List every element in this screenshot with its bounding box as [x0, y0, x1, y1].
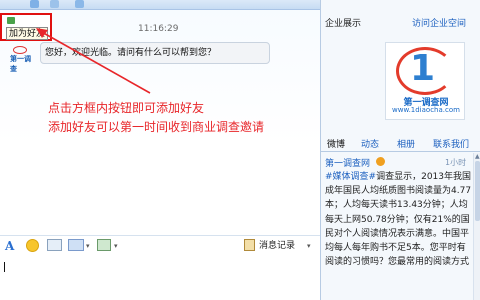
company-panel: 企业展示 访问企业空间 1 第一调查网 www.1diaocha.com 微博 …	[320, 0, 480, 300]
image-icon[interactable]	[97, 239, 111, 251]
weibo-feed: 第一调查网 1小时 #媒体调查#调查显示，2013年我国成年国民人均纸质图书阅读…	[321, 153, 473, 300]
logo-mark: 1	[410, 48, 436, 89]
verified-icon	[376, 157, 385, 166]
scroll-thumb[interactable]	[475, 161, 480, 221]
picture-icon[interactable]	[47, 239, 62, 251]
tab-contact[interactable]: 联系我们	[433, 137, 469, 150]
text-cursor	[4, 262, 5, 272]
visit-company-link[interactable]: 访问企业空间	[412, 16, 466, 29]
feed-post: #媒体调查#调查显示，2013年我国成年国民人均纸质图书阅读量为4.77本；人均…	[325, 170, 472, 269]
message-input[interactable]	[0, 257, 320, 300]
feed-post-text: 调查显示，2013年我国成年国民人均纸质图书阅读量为4.77本；人均每天读书13…	[325, 172, 472, 268]
logo-url: www.1diaocha.com	[392, 106, 460, 114]
chevron-down-icon[interactable]: ▾	[307, 239, 311, 253]
feed-time: 1小时	[445, 158, 467, 167]
panel-title: 企业展示	[325, 19, 362, 29]
company-logo: 1 第一调查网 www.1diaocha.com	[385, 42, 465, 120]
font-icon[interactable]: A	[5, 239, 14, 253]
panel-tabs: 微博 动态 相册 联系我们	[321, 136, 480, 152]
history-icon[interactable]	[244, 239, 255, 251]
screenshot-icon[interactable]	[68, 239, 84, 251]
tab-activity[interactable]: 动态	[361, 137, 379, 150]
emoji-icon[interactable]	[26, 239, 39, 252]
scroll-up-icon[interactable]: ▲	[475, 153, 480, 160]
tab-album[interactable]: 相册	[397, 137, 415, 150]
feed-scrollbar[interactable]: ▲	[473, 153, 480, 300]
chevron-down-icon[interactable]: ▾	[86, 239, 90, 253]
annotation-line-1: 点击方框内按钮即可添加好友	[48, 101, 205, 115]
company-header: 企业展示 访问企业空间	[321, 14, 480, 30]
chevron-down-icon[interactable]: ▾	[114, 239, 118, 253]
history-button[interactable]: 消息记录	[259, 239, 295, 253]
annotation-line-2: 添加好友可以第一时间收到商业调查邀请	[48, 120, 265, 134]
tab-weibo[interactable]: 微博	[327, 137, 345, 150]
feed-tag[interactable]: #媒体调查#	[325, 172, 376, 182]
input-toolbar: A ▾ ▾ 消息记录 ▾	[0, 235, 320, 257]
feed-user[interactable]: 第一调查网	[325, 156, 370, 169]
